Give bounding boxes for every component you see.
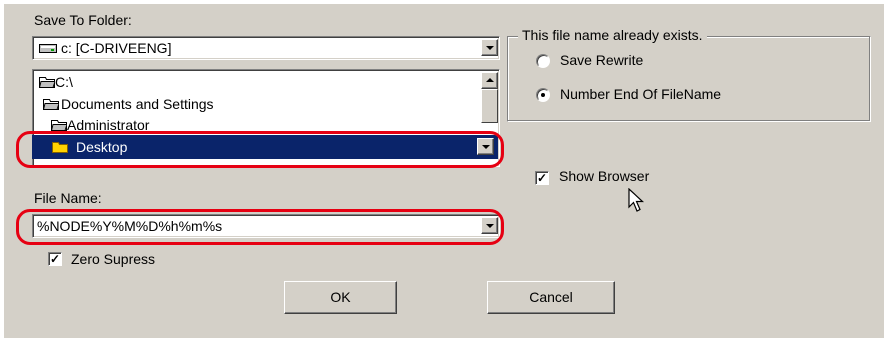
file-exists-group-title: This file name already exists. <box>518 27 707 43</box>
save-rewrite-radio[interactable] <box>536 54 550 68</box>
highlight-filename-outline <box>16 209 504 245</box>
zero-supress-checkbox[interactable]: ✓ <box>48 252 62 266</box>
file-name-label: File Name: <box>34 190 102 206</box>
zero-supress-label: Zero Supress <box>71 251 156 267</box>
open-folder-icon <box>51 120 67 131</box>
file-exists-group <box>507 36 871 122</box>
drive-select-value: c: [C-DRIVEENG] <box>61 40 172 56</box>
mouse-cursor-icon <box>628 188 645 212</box>
save-dialog: Save To Folder: c: [C-DRIVEENG] C:\ Docu… <box>4 4 884 338</box>
number-end-label: Number End Of FileName <box>560 86 722 102</box>
drive-select[interactable]: c: [C-DRIVEENG] <box>32 36 500 60</box>
highlight-folder-outline <box>16 131 504 168</box>
save-rewrite-label: Save Rewrite <box>560 52 644 68</box>
number-end-radio[interactable] <box>536 88 550 102</box>
drive-icon <box>39 44 57 53</box>
scroll-up-button[interactable] <box>481 72 498 89</box>
save-to-folder-label: Save To Folder: <box>34 12 132 28</box>
scroll-thumb[interactable] <box>481 89 498 123</box>
show-browser-checkbox[interactable]: ✓ <box>535 171 549 185</box>
open-folder-icon <box>39 77 55 88</box>
show-browser-label: Show Browser <box>559 168 650 184</box>
open-folder-icon <box>43 99 59 110</box>
cancel-button[interactable]: Cancel <box>487 281 615 314</box>
tree-item-label: C:\ <box>55 74 73 90</box>
drive-dropdown-button[interactable] <box>481 39 498 56</box>
tree-item-label: Documents and Settings <box>61 96 214 112</box>
ok-button[interactable]: OK <box>284 281 397 314</box>
